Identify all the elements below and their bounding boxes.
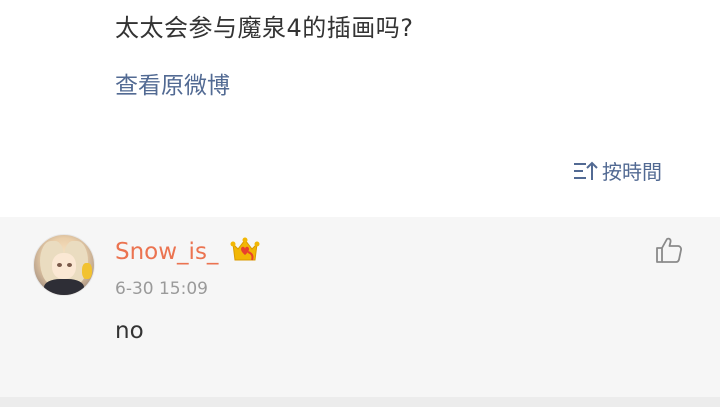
comment-username[interactable]: Snow_is_ <box>115 239 218 265</box>
post-text: 太太会参与魔泉4的插画吗? <box>115 14 414 42</box>
original-post: 太太会参与魔泉4的插画吗? 查看原微博 按時間 <box>0 0 720 217</box>
bottom-divider <box>0 397 720 407</box>
comment-item: Snow_is_ 6-30 15:09 no <box>0 217 720 397</box>
vip-crown-icon <box>230 236 260 268</box>
comment-text: no <box>115 318 144 344</box>
sort-icon <box>572 160 598 182</box>
like-button[interactable] <box>654 237 684 267</box>
user-avatar[interactable] <box>33 234 95 296</box>
sort-label: 按時間 <box>602 160 662 184</box>
weibo-comments-page: 太太会参与魔泉4的插画吗? 查看原微博 按時間 Snow_is_ 6-30 15… <box>0 0 720 407</box>
sort-toggle[interactable]: 按時間 <box>572 156 662 185</box>
thumbs-up-icon <box>654 235 684 269</box>
view-original-link[interactable]: 查看原微博 <box>115 66 230 100</box>
comment-timestamp: 6-30 15:09 <box>115 279 208 299</box>
